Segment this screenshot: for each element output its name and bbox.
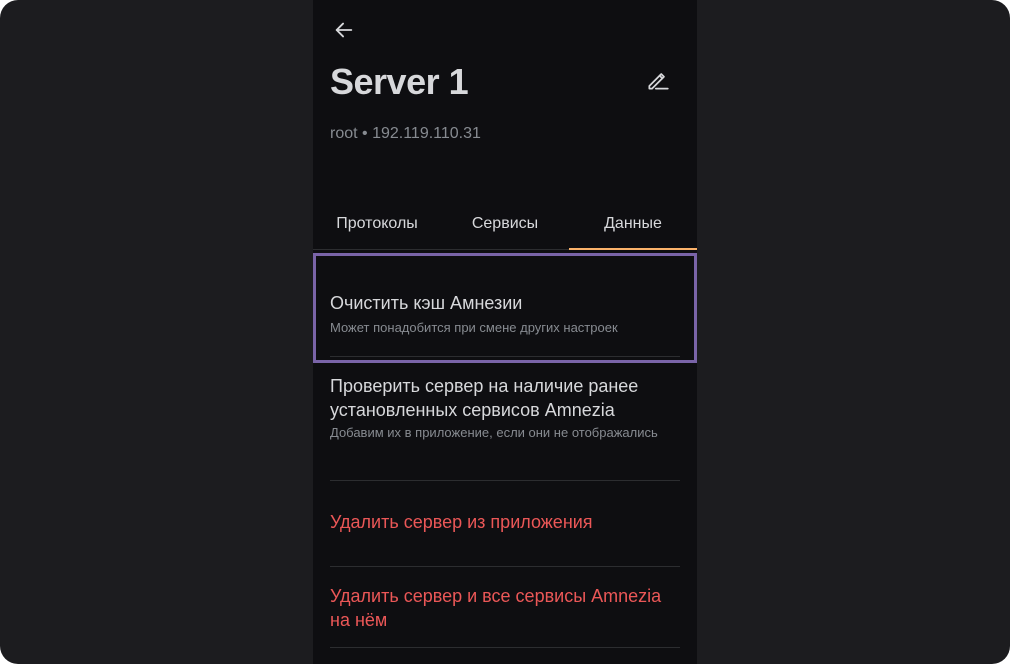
page-title: Server 1 [330, 61, 469, 102]
back-button[interactable] [320, 14, 368, 50]
check-server-title: Проверить сервер на наличие ранее устано… [330, 376, 639, 420]
pencil-icon [645, 67, 671, 98]
remove-server-and-services-item[interactable]: Удалить сервер и все сервисы Amnezia на … [330, 584, 680, 632]
check-server-description: Добавим их в приложение, если они не ото… [330, 425, 658, 440]
clear-cache-description: Может понадобится при смене других настр… [330, 320, 618, 335]
remove-server-and-services-label: Удалить сервер и все сервисы Amnezia на … [330, 586, 662, 630]
tab-services[interactable]: Сервисы [441, 200, 569, 248]
app-frame: Server 1 root • 192.119.110.31 Протоколы… [0, 0, 1010, 664]
tab-data[interactable]: Данные [569, 200, 697, 248]
divider [330, 647, 680, 648]
remove-server-item[interactable]: Удалить сервер из приложения [330, 510, 680, 534]
arrow-left-icon [333, 19, 355, 46]
remove-server-label: Удалить сервер из приложения [330, 512, 593, 532]
divider [330, 566, 680, 567]
server-subtitle: root • 192.119.110.31 [330, 125, 481, 142]
edit-button[interactable] [636, 62, 680, 102]
tab-bar: Протоколы Сервисы Данные [313, 200, 697, 250]
divider [330, 356, 680, 357]
tab-protocols[interactable]: Протоколы [313, 200, 441, 248]
clear-cache-title: Очистить кэш Амнезии [330, 293, 523, 313]
divider [330, 480, 680, 481]
active-tab-indicator [569, 248, 697, 250]
clear-cache-item[interactable]: Очистить кэш Амнезии Может понадобится п… [330, 291, 680, 336]
check-server-item[interactable]: Проверить сервер на наличие ранее устано… [330, 374, 680, 441]
